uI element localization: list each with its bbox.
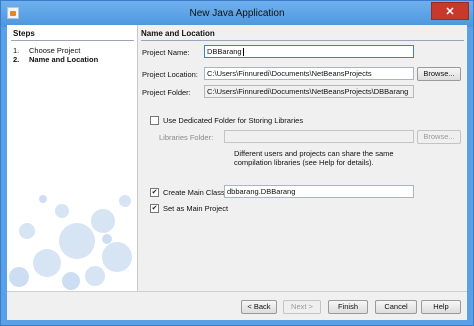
close-icon: ✕ <box>445 6 455 18</box>
libraries-folder-browse-button[interactable]: Browse... <box>417 130 461 144</box>
dedicated-folder-label: Use Dedicated Folder for Storing Librari… <box>163 116 304 125</box>
finish-button[interactable]: Finish <box>328 300 368 314</box>
step-label: Name and Location <box>29 55 99 64</box>
create-main-class-label: Create Main Class <box>163 188 225 197</box>
create-main-class-checkbox-row[interactable]: Create Main Class <box>150 188 225 197</box>
title-bar[interactable]: New Java Application ✕ <box>1 1 473 27</box>
decorative-bubbles-graphic <box>9 195 132 290</box>
dedicated-folder-checkbox[interactable] <box>150 116 159 125</box>
step-number: 2. <box>13 55 20 64</box>
project-name-label: Project Name: <box>142 48 190 57</box>
set-main-project-label: Set as Main Project <box>163 204 229 213</box>
steps-panel: Steps 1. Choose Project 2. Name and Locati… <box>7 25 138 291</box>
back-button[interactable]: < Back <box>241 300 277 314</box>
project-name-input[interactable]: DBBarang <box>204 45 414 58</box>
project-folder-value: C:\Users\Finnuredi\Documents\NetBeansPro… <box>207 87 409 96</box>
create-main-class-checkbox[interactable] <box>150 188 159 197</box>
next-button[interactable]: Next > <box>283 300 321 314</box>
wizard-client-area: Steps 1. Choose Project 2. Name and Locati… <box>7 25 467 320</box>
project-location-input[interactable]: C:\Users\Finnuredi\Documents\NetBeansPro… <box>204 67 414 80</box>
help-button[interactable]: Help <box>421 300 461 314</box>
window-title: New Java Application <box>189 8 285 19</box>
project-location-label: Project Location: <box>142 70 198 79</box>
close-button[interactable]: ✕ <box>431 2 469 20</box>
wizard-window: New Java Application ✕ Steps 1. Choose Pr… <box>0 0 474 326</box>
project-folder-field[interactable]: C:\Users\Finnuredi\Documents\NetBeansPro… <box>204 85 414 98</box>
main-class-input[interactable]: dbbarang.DBBarang <box>224 185 414 198</box>
project-folder-label: Project Folder: <box>142 88 191 97</box>
wizard-button-bar: < Back Next > Finish Cancel Help <box>7 291 467 320</box>
project-location-browse-button[interactable]: Browse... <box>417 67 461 81</box>
section-title: Name and Location <box>141 29 215 38</box>
step-name-and-location: 2. Name and Location <box>13 55 98 64</box>
project-location-value: C:\Users\Finnuredi\Documents\NetBeansPro… <box>207 69 372 78</box>
section-divider <box>141 40 464 41</box>
set-main-project-checkbox[interactable] <box>150 204 159 213</box>
step-choose-project: 1. Choose Project <box>13 46 80 55</box>
step-number: 1. <box>13 46 20 55</box>
step-label: Choose Project <box>29 46 81 55</box>
dedicated-folder-checkbox-row[interactable]: Use Dedicated Folder for Storing Librari… <box>150 116 303 125</box>
libraries-folder-label: Libraries Folder: <box>159 133 214 142</box>
steps-header: Steps <box>13 29 35 38</box>
set-main-project-checkbox-row[interactable]: Set as Main Project <box>150 204 228 213</box>
steps-divider <box>11 40 134 41</box>
libraries-help-text: Different users and projects can share t… <box>234 149 394 167</box>
main-class-value: dbbarang.DBBarang <box>227 187 296 196</box>
cancel-button[interactable]: Cancel <box>375 300 417 314</box>
text-caret <box>242 48 244 57</box>
project-name-value: DBBarang <box>207 47 242 56</box>
name-and-location-panel: Name and Location Project Name: DBBarang… <box>138 25 467 291</box>
libraries-folder-input[interactable] <box>224 130 414 143</box>
